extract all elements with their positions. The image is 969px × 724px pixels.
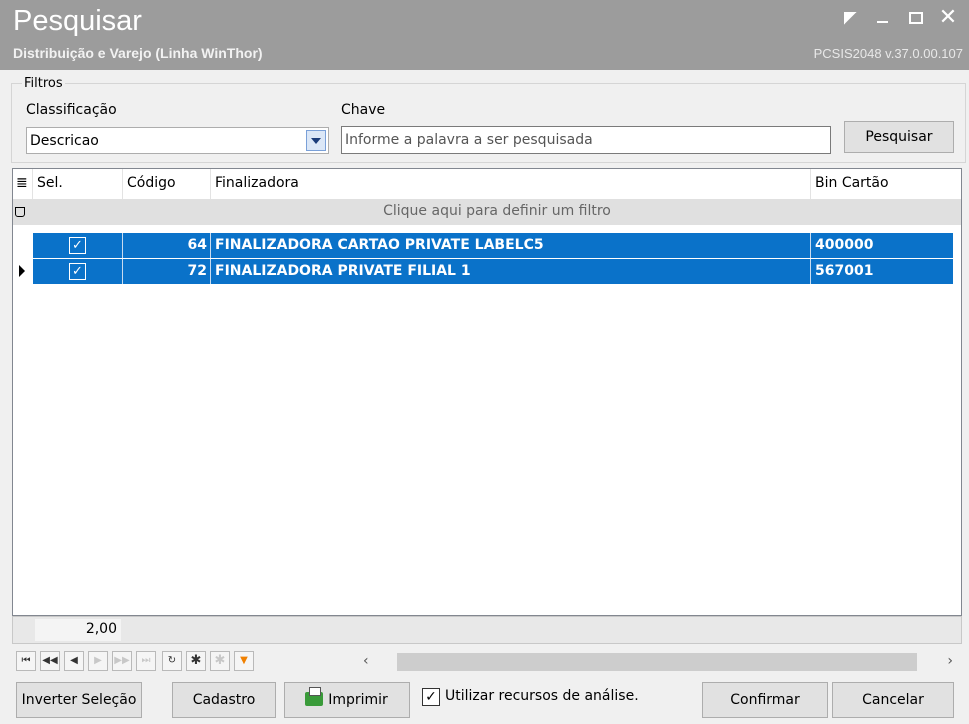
chave-input[interactable]: Informe a palavra a ser pesquisada [341,126,831,154]
confirm-button[interactable]: Confirmar [702,682,828,718]
current-row-indicator-icon [15,259,29,284]
window-title: Pesquisar [13,5,142,37]
filter-row[interactable]: Clique aqui para definir um filtro [13,199,961,225]
cancel-button[interactable]: Cancelar [832,682,954,718]
dropdown-arrow-icon[interactable] [306,130,326,151]
filter-icon[interactable]: ▼ [234,651,254,671]
cadastro-button[interactable]: Cadastro [172,682,276,718]
row-bin: 400000 [815,237,874,253]
classificacao-label: Classificação [26,102,117,118]
insert-icon[interactable]: ✱ [186,651,206,671]
row-checkbox[interactable]: ✓ [69,263,86,280]
title-bar: Pesquisar Distribuição e Varejo (Linha W… [0,0,969,70]
classificacao-select[interactable]: Descricao [26,127,329,154]
first-icon[interactable]: ⏮ [16,651,36,671]
printer-icon [305,687,323,706]
summary-footer: 2,00 [12,616,962,644]
analysis-checkbox[interactable]: ✓ [422,688,440,706]
row-finalizadora: FINALIZADORA PRIVATE FILIAL 1 [211,259,811,284]
next-icon[interactable]: ▶ [88,651,108,671]
table-row[interactable]: ✓ 72 FINALIZADORA PRIVATE FILIAL 1 56700… [33,259,953,284]
refresh-icon[interactable]: ↻ [162,651,182,671]
maximize-icon[interactable] [902,6,930,30]
column-header-sel[interactable]: Sel. [33,169,123,199]
row-finalizadora: FINALIZADORA CARTAO PRIVATE LABELC5 [211,233,811,258]
scroll-left-icon[interactable]: ‹ [363,653,369,669]
filters-legend: Filtros [22,76,65,91]
row-select-cell[interactable]: ✓ [33,259,123,284]
last-icon[interactable]: ⏭ [136,651,156,671]
horizontal-scrollbar[interactable]: ‹ › [355,651,959,673]
minimize-icon[interactable] [868,6,896,30]
row-select-cell[interactable]: ✓ [33,233,123,258]
row-codigo: 72 [123,259,211,284]
prev-page-icon[interactable]: ◀◀ [40,651,60,671]
restore-icon[interactable] [836,6,864,30]
table-row[interactable]: ✓ 64 FINALIZADORA CARTAO PRIVATE LABELC5… [33,233,953,258]
column-header-bin[interactable]: Bin Cartão [811,169,961,199]
column-header-codigo[interactable]: Código [123,169,211,199]
row-checkbox[interactable]: ✓ [69,237,86,254]
row-bin: 567001 [815,263,874,279]
next-page-icon[interactable]: ▶▶ [112,651,132,671]
navigator: ⏮ ◀◀ ◀ ▶ ▶▶ ⏭ ↻ ✱ ✱ ▼ ‹ › [12,648,962,675]
classificacao-value: Descricao [30,133,99,149]
column-header-finalizadora[interactable]: Finalizadora [211,169,811,199]
chave-label: Chave [341,102,386,118]
close-icon[interactable]: ✕ [934,6,962,30]
delete-icon[interactable]: ✱ [210,651,230,671]
prev-icon[interactable]: ◀ [64,651,84,671]
window-subtitle: Distribuição e Varejo (Linha WinThor) [13,45,263,61]
filter-icon [15,207,25,217]
invert-selection-button[interactable]: Inverter Seleção [16,682,142,718]
scroll-right-icon[interactable]: › [947,653,953,669]
print-button-label: Imprimir [328,692,388,708]
version-label: PCSIS2048 v.37.0.00.107 [813,46,963,61]
summary-value: 2,00 [35,619,121,641]
column-chooser-icon[interactable]: ≣ [13,169,33,199]
results-grid[interactable]: ≣ Sel. Código Finalizadora Bin Cartão Cl… [12,168,962,616]
search-button[interactable]: Pesquisar [844,121,954,153]
analysis-label: Utilizar recursos de análise. [445,688,639,704]
filter-hint: Clique aqui para definir um filtro [383,203,611,219]
row-codigo: 64 [123,233,211,258]
scrollbar-thumb[interactable] [397,653,917,671]
print-button[interactable]: Imprimir [284,682,410,718]
